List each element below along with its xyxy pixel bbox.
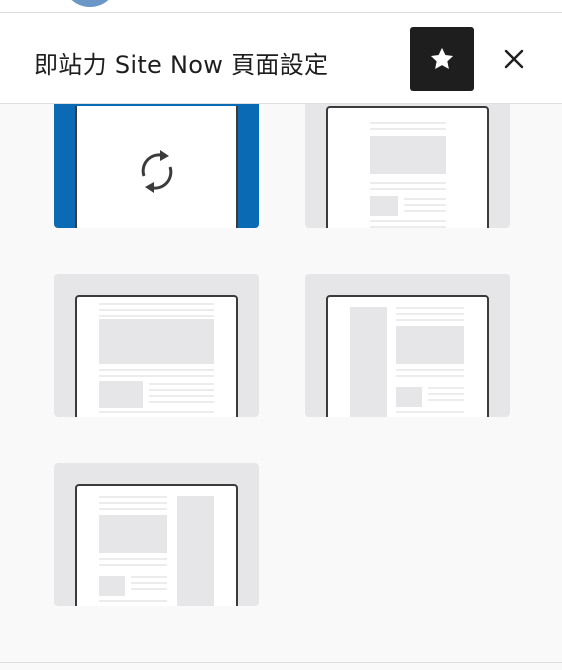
template-preview <box>326 106 489 228</box>
template-preview <box>75 484 238 606</box>
template-list <box>0 104 562 662</box>
template-right-sidebar[interactable] <box>54 463 259 606</box>
favorite-button[interactable] <box>410 27 474 91</box>
panel-title: 即站力 Site Now 頁面設定 <box>34 51 329 79</box>
template-full-width[interactable] <box>54 274 259 417</box>
star-icon <box>430 47 454 70</box>
template-top-image[interactable] <box>305 104 510 228</box>
top-strip <box>0 0 562 13</box>
avatar[interactable] <box>62 0 118 7</box>
sync-icon <box>141 150 173 193</box>
close-button[interactable] <box>494 27 534 91</box>
close-icon <box>504 49 524 69</box>
template-left-sidebar[interactable] <box>305 274 510 417</box>
template-preview <box>75 295 238 417</box>
template-preview <box>326 295 489 417</box>
panel-bottom-border <box>0 662 562 663</box>
template-default[interactable] <box>54 104 259 228</box>
template-preview <box>75 106 238 228</box>
panel-header: 即站力 Site Now 頁面設定 <box>0 13 562 104</box>
